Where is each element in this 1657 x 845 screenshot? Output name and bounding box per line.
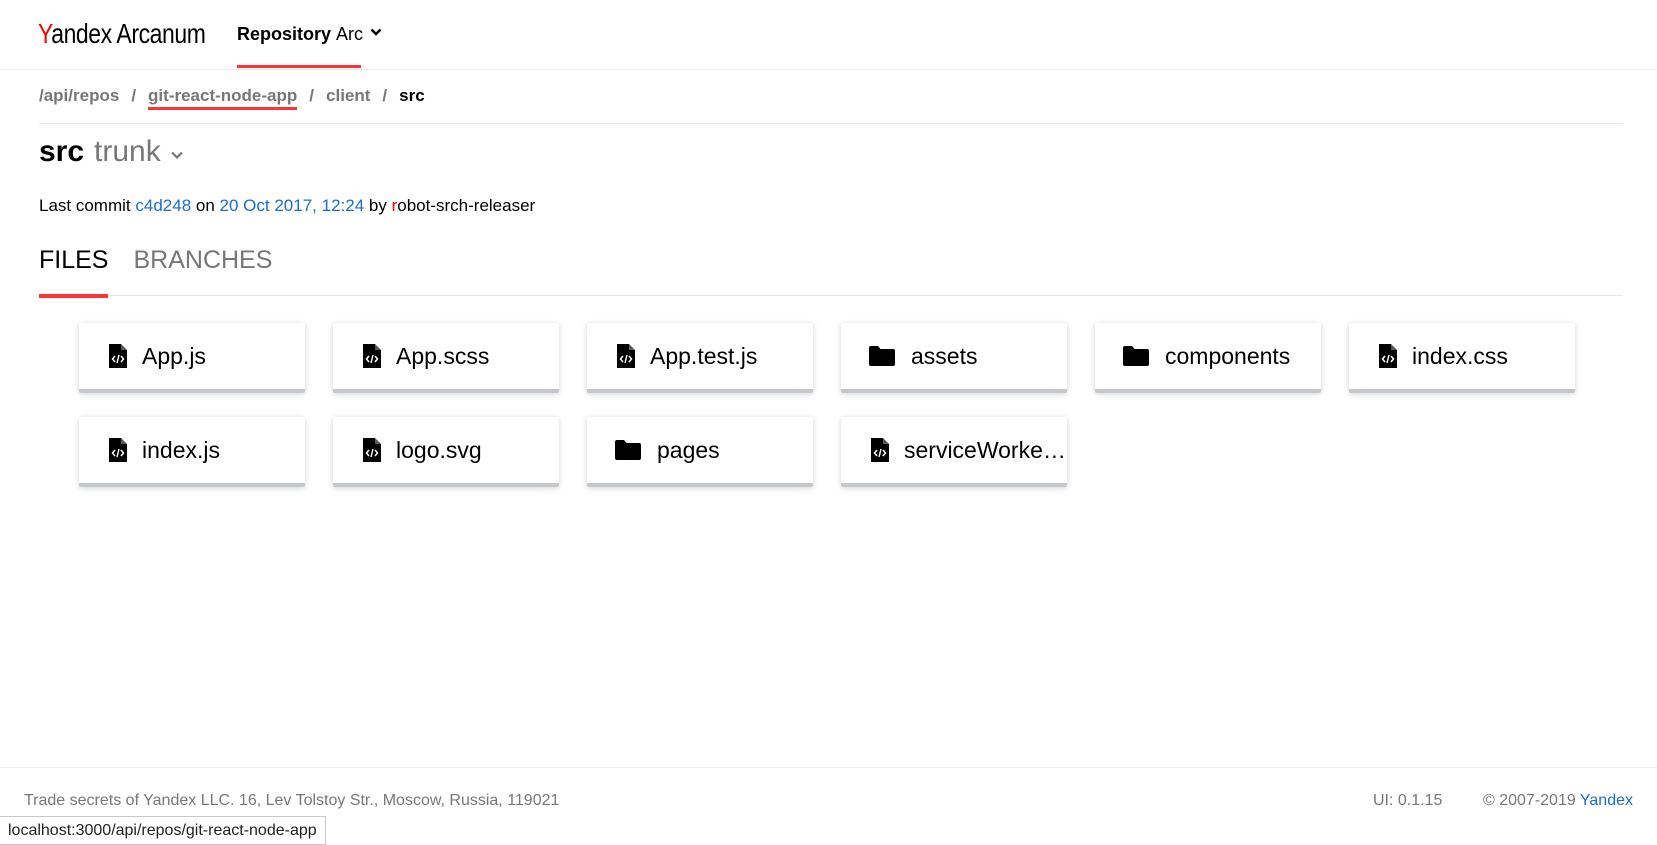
tab-files[interactable]: FILES [39,246,109,298]
breadcrumb-separator: / [309,86,315,105]
code-file-icon [1377,343,1399,369]
yandex-arcanum-logo[interactable]: Yandex Arcanum [38,18,206,50]
repository-menu-label: Repository [237,24,332,44]
folder-entry[interactable]: pages [587,417,813,487]
breadcrumb-item-src: src [399,86,425,105]
logo-brand-rest: andex [51,18,112,49]
repository-menu-name: Arc [336,24,364,44]
file-entry[interactable]: App.scss [333,323,559,393]
folder-entry[interactable]: components [1095,323,1321,393]
repository-menu[interactable]: Repository Arc [237,24,382,70]
commit-prefix: Last commit [39,196,131,215]
entry-name: index.css [1412,342,1508,369]
copyright: © 2007-2019 Yandex [1483,792,1633,810]
commit-hash-link[interactable]: c4d248 [135,196,191,215]
file-entry[interactable]: logo.svg [333,417,559,487]
commit-on-word: on [195,196,215,215]
commit-author[interactable]: robot-srch-releaser [392,196,536,215]
copyright-text: © 2007-2019 [1483,792,1576,809]
last-commit-info: Last commit c4d248 on 20 Oct 2017, 12:24… [39,196,535,216]
code-file-icon [361,437,383,463]
folder-icon [615,437,641,463]
code-file-icon [107,343,129,369]
folder-entry[interactable]: assets [841,323,1067,393]
entry-name: serviceWorker.js [904,436,1066,463]
commit-author-rest: obot-srch-releaser [397,196,536,215]
folder-icon [1123,343,1149,369]
code-file-icon [107,437,129,463]
directory-name: src [39,135,85,168]
entry-name: assets [911,342,978,369]
tabs: FILES BRANCHES [39,246,1623,298]
browser-status-url: localhost:3000/api/repos/git-react-node-… [0,816,326,845]
code-file-icon [615,343,637,369]
branch-selector[interactable]: trunk [94,135,184,169]
breadcrumb-separator: / [131,86,137,105]
commit-by-word: by [368,196,387,215]
chevron-down-icon [170,151,183,159]
code-file-icon [869,437,891,463]
breadcrumb-item-api-repos[interactable]: /api/repos [39,86,119,106]
file-entry[interactable]: App.test.js [587,323,813,393]
app-header: Yandex Arcanum Repository Arc [0,0,1657,70]
entry-name: pages [657,436,720,463]
folder-icon [869,343,895,369]
logo-brand-initial: Y [38,18,52,49]
branch-name: trunk [94,135,161,168]
code-file-icon [361,343,383,369]
entry-name: App.test.js [650,342,758,369]
chevron-down-icon [370,28,382,36]
file-entry[interactable]: serviceWorker.js [841,417,1067,487]
entry-name: App.js [142,342,206,369]
logo-brand: Yandex [38,18,112,49]
entry-name: index.js [142,436,220,463]
file-entry[interactable]: index.css [1349,323,1575,393]
page-title: src trunk [39,135,184,169]
file-entry[interactable]: index.js [79,417,305,487]
commit-date-link[interactable]: 20 Oct 2017, 12:24 [220,196,365,215]
ui-version: UI: 0.1.15 [1373,792,1443,809]
breadcrumb-item-git-react-node-app[interactable]: git-react-node-app [148,86,298,110]
entry-name: App.scss [396,342,490,369]
entry-name: logo.svg [396,436,482,463]
breadcrumb-item-client[interactable]: client [326,86,370,106]
yandex-link[interactable]: Yandex [1580,792,1633,809]
logo-product: Arcanum [116,18,206,49]
entry-name: components [1165,342,1291,369]
footer-legal-text: Trade secrets of Yandex LLC. 16, Lev Tol… [24,792,560,809]
breadcrumb: /api/repos / git-react-node-app / client… [39,86,1623,124]
file-grid: App.js App.scss App.test.js assets component… [79,323,1599,487]
file-entry[interactable]: App.js [79,323,305,393]
tab-branches[interactable]: BRANCHES [133,246,272,296]
breadcrumb-separator: / [382,86,388,105]
